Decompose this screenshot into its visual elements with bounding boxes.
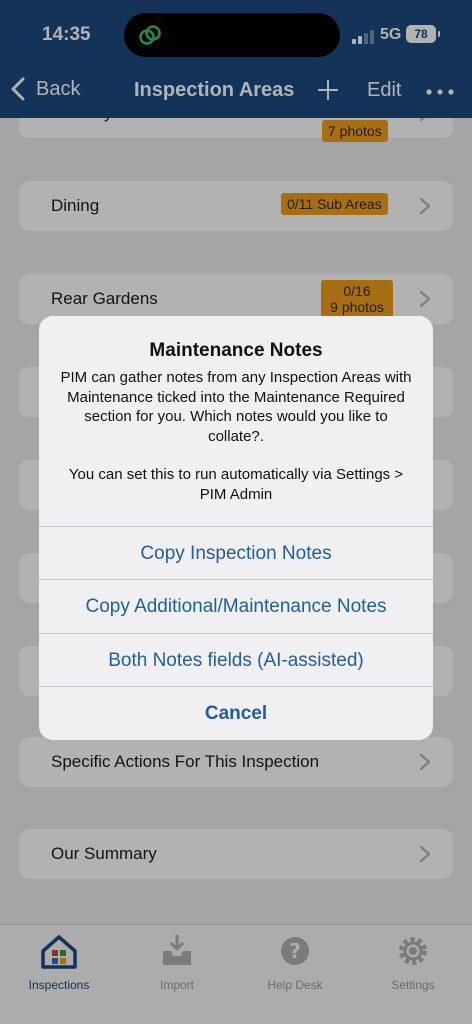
maintenance-notes-dialog: Maintenance Notes PIM can gather notes f… <box>39 316 433 740</box>
dialog-message-body: PIM can gather notes from any Inspection… <box>60 369 412 445</box>
copy-additional-maintenance-notes-button[interactable]: Copy Additional/Maintenance Notes <box>39 579 433 632</box>
dialog-message-settings-hint: You can set this to run automatically vi… <box>68 466 404 503</box>
dialog-message: PIM can gather notes from any Inspection… <box>55 368 417 504</box>
copy-inspection-notes-button[interactable]: Copy Inspection Notes <box>39 526 433 579</box>
cancel-button[interactable]: Cancel <box>39 686 433 739</box>
dialog-title: Maintenance Notes <box>149 340 323 361</box>
both-notes-fields-button[interactable]: Both Notes fields (AI-assisted) <box>39 633 433 686</box>
